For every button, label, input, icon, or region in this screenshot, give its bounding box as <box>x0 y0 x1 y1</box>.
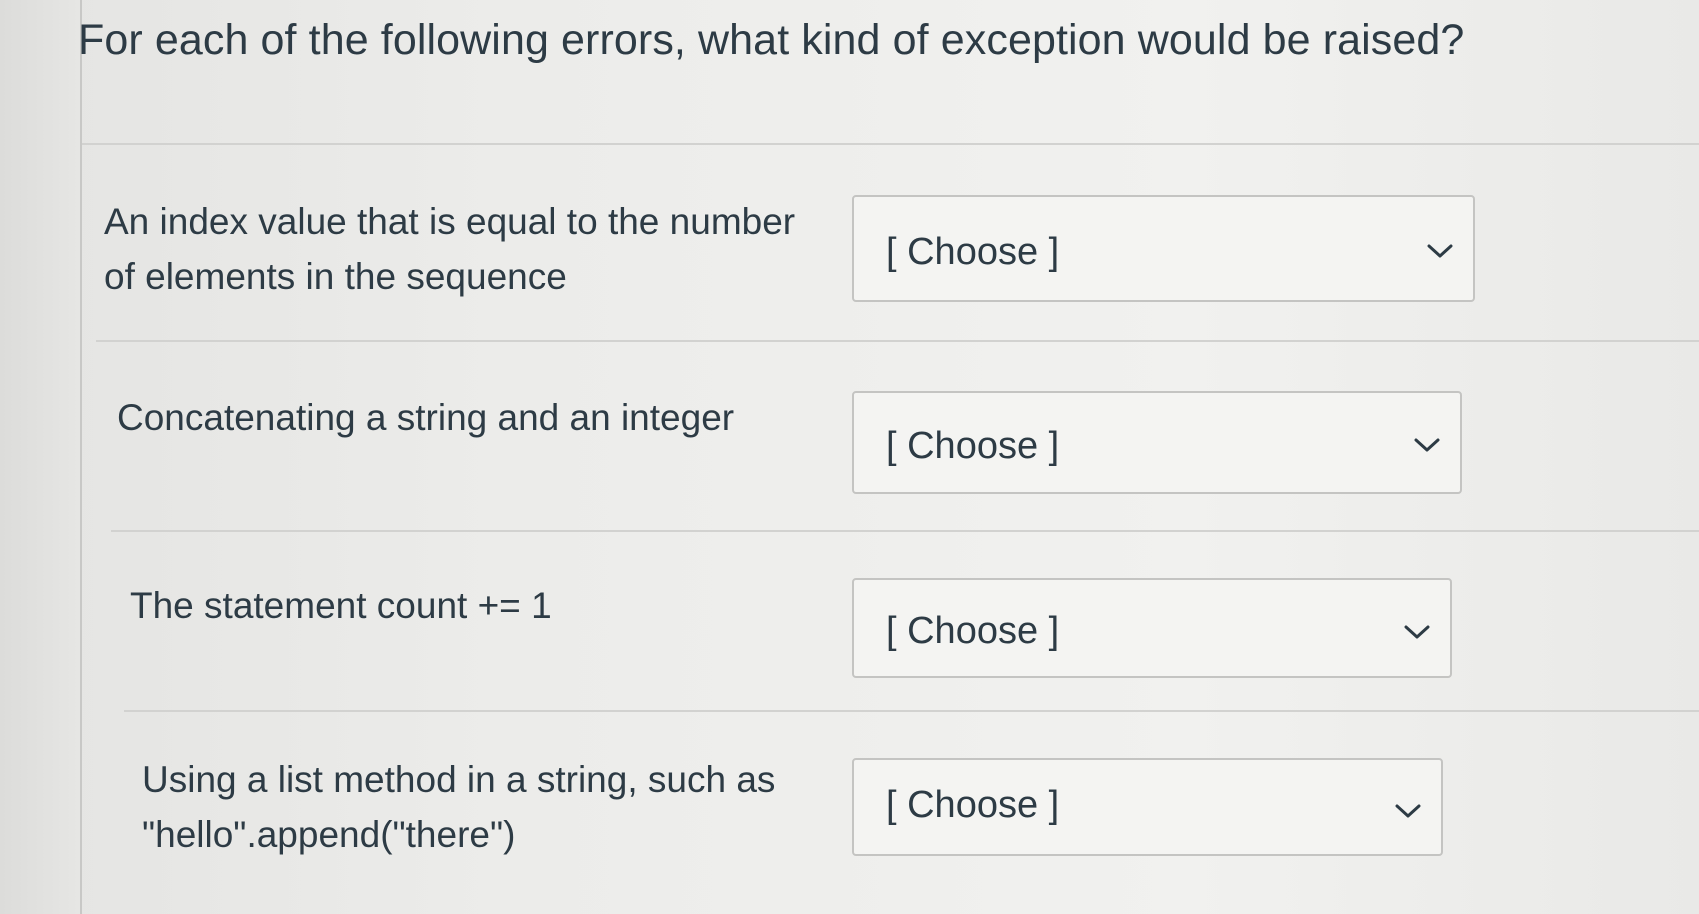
answer-select-4[interactable]: [ Choose ] <box>852 758 1443 856</box>
answer-select-1[interactable]: [ Choose ] <box>852 195 1475 302</box>
select-value: [ Choose ] <box>886 610 1060 652</box>
chevron-down-icon <box>1404 625 1430 639</box>
chevron-down-icon <box>1414 438 1440 452</box>
divider-top <box>82 143 1699 145</box>
select-value: [ Choose ] <box>886 784 1060 826</box>
row-label-line: An index value that is equal to the numb… <box>104 201 796 242</box>
divider-row-2 <box>111 530 1699 532</box>
select-value: [ Choose ] <box>886 231 1060 273</box>
answer-select-3[interactable]: [ Choose ] <box>852 578 1452 678</box>
row-label-line: The statement count += 1 <box>130 585 552 626</box>
question-title: For each of the following errors, what k… <box>78 16 1465 64</box>
row-label-count-statement: The statement count += 1 <box>130 578 552 633</box>
chevron-down-icon <box>1395 804 1421 818</box>
select-value: [ Choose ] <box>886 425 1060 467</box>
left-rail <box>0 0 82 914</box>
row-label-line: of elements in the sequence <box>104 256 567 297</box>
row-label-line: Using a list method in a string, such as <box>142 759 776 800</box>
answer-select-2[interactable]: [ Choose ] <box>852 391 1462 494</box>
row-label-concatenating: Concatenating a string and an integer <box>117 390 734 445</box>
chevron-down-icon <box>1427 244 1453 258</box>
row-label-index-value: An index value that is equal to the numb… <box>104 194 795 304</box>
row-label-list-method: Using a list method in a string, such as… <box>142 752 775 862</box>
divider-row-1 <box>96 340 1699 342</box>
divider-row-3 <box>124 710 1699 712</box>
row-label-line: Concatenating a string and an integer <box>117 397 735 438</box>
row-label-line: "hello".append("there") <box>142 814 516 855</box>
